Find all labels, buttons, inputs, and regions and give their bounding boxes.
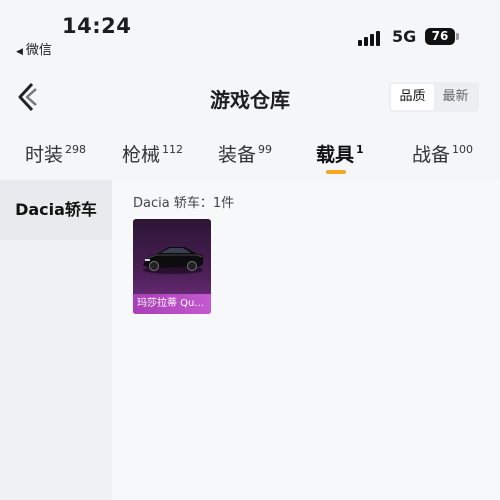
network-type: 5G bbox=[392, 27, 417, 46]
status-bar: 14:24 ◀ 微信 5G 76 bbox=[0, 0, 500, 62]
tab-count: 112 bbox=[162, 143, 184, 156]
tab-label: 时装 bbox=[25, 144, 64, 166]
item-grid: Dacia 轿车：1件 玛莎拉蒂 Qu... bbox=[112, 180, 500, 500]
car-icon bbox=[143, 247, 203, 274]
back-triangle-icon: ◀ bbox=[16, 47, 23, 57]
tab-label: 枪械 bbox=[122, 144, 161, 166]
back-app-label: 微信 bbox=[25, 43, 52, 58]
tab-label: 战备 bbox=[412, 144, 451, 166]
item-name: 玛莎拉蒂 Qu... bbox=[133, 294, 211, 314]
tab-count: 99 bbox=[258, 143, 273, 156]
battery-icon: 76 bbox=[425, 28, 455, 45]
sort-toggle: 品质 最新 bbox=[389, 82, 479, 112]
tab-guns[interactable]: 枪械 112 bbox=[122, 140, 183, 167]
item-card[interactable]: 玛莎拉蒂 Qu... bbox=[133, 219, 211, 314]
category-tabs: 时装 298 枪械 112 装备 99 载具 1 战备 100 bbox=[0, 136, 500, 180]
back-to-app-link[interactable]: ◀ 微信 bbox=[16, 39, 52, 58]
tab-count: 1 bbox=[356, 143, 364, 156]
nav-header: 游戏仓库 品质 最新 bbox=[0, 62, 500, 130]
tab-label: 装备 bbox=[218, 144, 257, 166]
sort-latest-button[interactable]: 最新 bbox=[434, 84, 477, 110]
tab-label: 载具 bbox=[316, 144, 355, 166]
tab-equipment[interactable]: 装备 99 bbox=[218, 140, 272, 167]
tab-count: 298 bbox=[65, 143, 87, 156]
status-time: 14:24 bbox=[62, 14, 132, 38]
battery-cap bbox=[456, 33, 459, 40]
sort-quality-button[interactable]: 品质 bbox=[391, 84, 434, 110]
sidebar-item-dacia-sedan[interactable]: Dacia轿车 bbox=[0, 180, 112, 240]
tab-vehicles[interactable]: 载具 1 bbox=[316, 140, 364, 167]
tab-count: 100 bbox=[452, 143, 474, 156]
tab-supplies[interactable]: 战备 100 bbox=[412, 140, 473, 167]
active-tab-indicator bbox=[326, 170, 346, 174]
tab-fashion[interactable]: 时装 298 bbox=[25, 140, 86, 167]
sidebar: Dacia轿车 bbox=[0, 180, 112, 500]
category-title: Dacia 轿车：1件 bbox=[133, 196, 235, 211]
signal-icon bbox=[358, 29, 384, 46]
